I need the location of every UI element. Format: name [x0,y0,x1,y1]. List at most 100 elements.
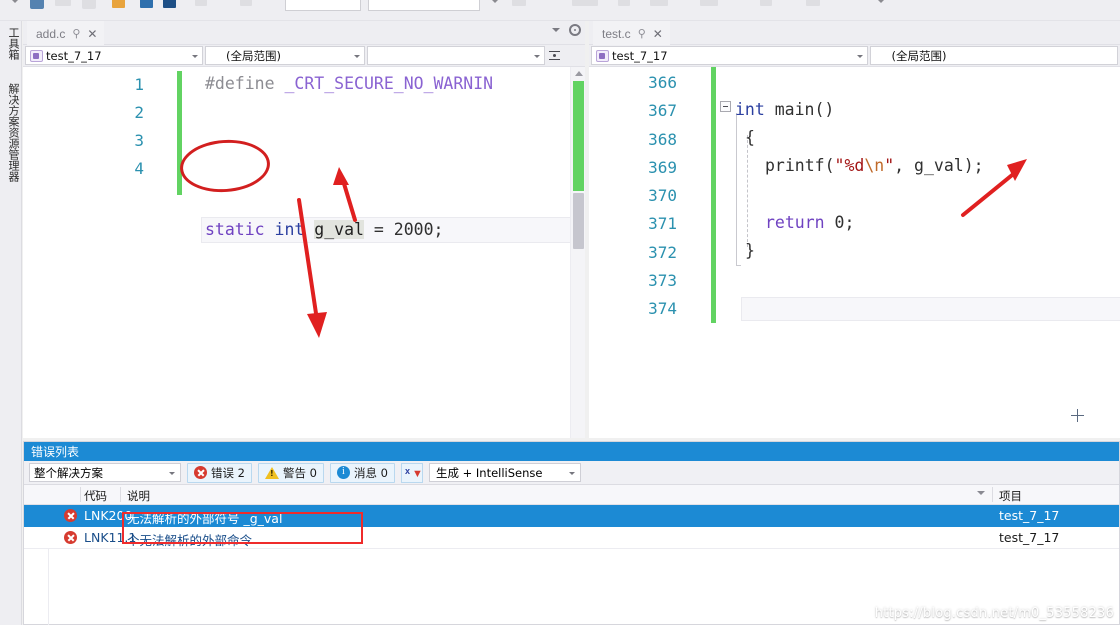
watermark: https://blog.csdn.net/m0_53558236 [874,606,1114,621]
clear-filter-button[interactable]: x ▼ [400,462,423,483]
filter-funnel-icon: ▼ [411,467,423,480]
toolbar-icon-12[interactable] [700,0,718,6]
toolbar-icon-1[interactable] [30,0,44,9]
code-token-paren-open: ( [824,156,835,175]
chevron-down-icon[interactable] [534,55,540,58]
warning-count-button[interactable]: 警告 0 [257,462,324,483]
chevron-down-icon[interactable] [192,55,198,58]
close-icon[interactable]: ✕ [653,28,663,40]
code-token-quote-open: " [834,156,845,175]
toolbar-icon-9[interactable] [572,0,598,6]
chevron-down-icon[interactable] [977,491,985,495]
row-project: test_7_17 [999,508,1060,523]
toolbar-icon-2[interactable] [55,0,71,6]
tab-bar-left-actions [552,24,581,36]
toolbar-icon-13[interactable] [760,0,772,6]
column-divider [80,487,81,502]
tab-bar-left: add.c ⚲ ✕ [23,21,585,45]
column-divider [120,487,121,502]
tab-add-c[interactable]: add.c ⚲ ✕ [27,21,105,45]
row-project: test_7_17 [999,530,1060,545]
code-token-escape: \n [864,156,885,175]
chevron-down-icon[interactable] [354,55,360,58]
code-token-brace-close: } [745,241,755,260]
toolbar-icon-4[interactable] [140,0,153,8]
fold-guide-line [736,113,737,266]
code-token-define: #define [205,74,275,93]
warning-count-label: 警告 0 [282,465,317,480]
line-number: 1 [134,75,144,94]
toolbar-icon-3[interactable] [112,0,125,8]
split-view-button-left[interactable] [547,46,561,65]
grid-line [48,549,49,625]
dock-tab-toolbox[interactable]: 工具箱 [1,27,21,60]
close-icon[interactable]: ✕ [87,28,97,40]
line-number: 369 [648,158,677,177]
code-line-367: int main() [735,100,834,119]
column-header-code[interactable]: 代码 [84,488,107,504]
scope-select-left[interactable]: (全局范围) [205,46,365,65]
toolbar-icon-6[interactable] [195,0,207,6]
scroll-up-icon[interactable] [575,71,583,76]
row-code: LNK200 [84,508,133,523]
toolbar-icon-5[interactable] [163,0,176,8]
table-row[interactable]: LNK11.1 个无法解析的外部命令 test_7_17 [24,527,1119,549]
project-icon [30,49,43,62]
gear-icon[interactable] [569,24,581,36]
project-select-left[interactable]: test_7_17 [25,46,203,65]
row-divider [24,548,1119,549]
scrollbar-vertical-left[interactable] [570,67,585,438]
code-token-return: return [765,213,825,232]
code-token-zero: 0 [834,213,845,232]
column-divider [992,487,993,502]
scope-select-left-label: (全局范围) [226,48,281,63]
main-toolbar[interactable] [0,0,1120,21]
error-list-title: 错误列表 [24,442,1119,461]
editor-pane-right: test.c ⚲ ✕ test_7_17 (全局范围) 366 367 368 … [589,21,1120,438]
toolbar-dropdown-icon[interactable] [12,0,18,3]
build-filter-select[interactable]: 生成 + IntelliSense [428,463,581,482]
fold-toggle-icon[interactable] [720,101,731,112]
code-token-brace-open: { [745,128,755,147]
column-header-description[interactable]: 说明 [127,488,150,504]
code-surface-right[interactable]: 366 367 368 369 370 371 372 373 374 int … [589,67,1120,438]
line-number: 372 [648,243,677,262]
code-line-372: } [745,241,755,260]
navigation-bar-left: test_7_17 (全局范围) [23,45,585,67]
tab-test-c-label: test.c [602,27,631,41]
member-select-left[interactable] [367,46,545,65]
toolbar-run-dropdown-icon[interactable] [492,0,498,3]
change-bar [177,71,182,195]
chevron-down-icon[interactable] [857,55,864,58]
error-count-button[interactable]: 错误 2 [187,462,252,483]
code-token-format: %d [844,156,865,175]
toolbar-icon-11[interactable] [650,0,668,6]
toolbar-config-select[interactable] [285,0,361,11]
toolbar-icon-8[interactable] [512,0,526,6]
code-token-semicolon: ; [844,213,855,232]
chevron-down-icon[interactable] [169,472,175,475]
tab-add-c-label: add.c [36,27,66,41]
scope-select-right[interactable]: (全局范围) [870,46,1118,65]
column-header-project[interactable]: 项目 [999,488,1022,504]
project-select-right[interactable]: test_7_17 [591,46,869,65]
error-scope-select[interactable]: 整个解决方案 [29,463,181,482]
chevron-down-icon[interactable] [552,28,560,32]
table-row[interactable]: LNK200 无法解析的外部符号 _g_val test_7_17 [24,505,1119,527]
message-count-button[interactable]: 消息 0 [329,462,395,483]
scrollbar-thumb[interactable] [573,193,584,249]
pin-icon[interactable]: ⚲ [638,28,646,40]
chevron-down-icon[interactable] [568,472,575,475]
toolbar-icon-10[interactable] [618,0,630,6]
tab-bar-right: test.c ⚲ ✕ [589,21,1120,45]
tab-test-c[interactable]: test.c ⚲ ✕ [593,21,670,45]
toolbar-overflow-icon[interactable] [878,0,884,3]
toolbar-icon-7[interactable] [240,0,252,6]
code-line-369: printf("%d\n", g_val); [765,156,984,175]
toolbar-save-icon[interactable] [82,0,96,9]
toolbar-platform-select[interactable] [368,0,480,11]
error-icon [64,509,77,522]
pin-icon[interactable]: ⚲ [72,28,80,40]
toolbar-icon-14[interactable] [806,0,820,6]
dock-tab-solution-explorer[interactable]: 解决方案资源管理器 [1,83,21,182]
